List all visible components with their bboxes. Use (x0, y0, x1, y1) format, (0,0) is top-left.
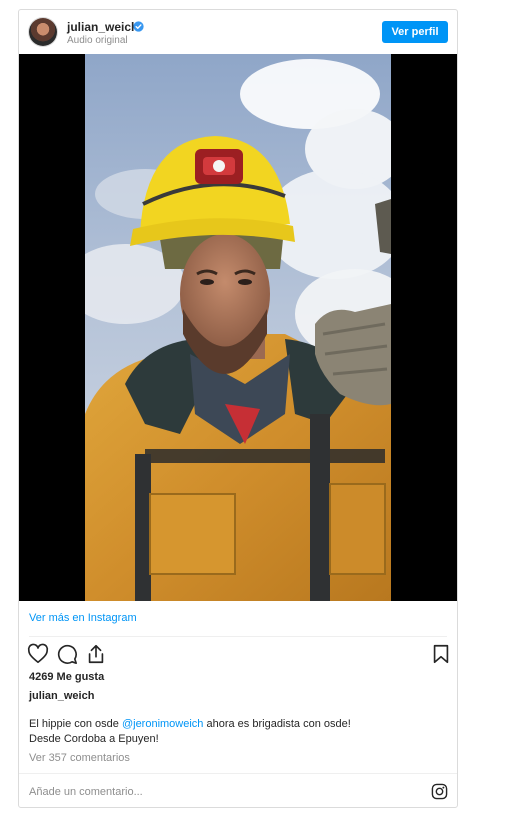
avatar[interactable] (29, 18, 57, 46)
video-player[interactable] (19, 54, 457, 601)
add-comment-input[interactable]: Añade un comentario... (29, 786, 143, 798)
heart-icon[interactable] (27, 643, 49, 665)
divider (29, 636, 447, 637)
caption-mention-link[interactable]: @jeronimoweich (122, 718, 203, 730)
likes-count[interactable]: 4269 Me gusta (29, 671, 104, 683)
post-caption: El hippie con osde @jeronimoweich ahora … (29, 717, 439, 747)
audio-label[interactable]: Audio original (67, 35, 128, 46)
video-still-image (85, 54, 391, 601)
caption-text-continued: ahora es brigadista con osde! (203, 718, 351, 730)
view-comments-link[interactable]: Ver 357 comentarios (29, 752, 130, 764)
bookmark-icon[interactable] (430, 643, 452, 665)
verified-badge-icon (133, 21, 144, 32)
see-more-on-instagram-link[interactable]: Ver más en Instagram (29, 612, 137, 624)
divider (19, 773, 457, 774)
view-profile-button[interactable]: Ver perfil (382, 21, 448, 43)
caption-text: El hippie con osde (29, 718, 122, 730)
caption-line-2: Desde Cordoba a Epuyen! (29, 733, 159, 745)
comment-icon[interactable] (56, 643, 78, 665)
post-owner-username[interactable]: julian_weich (29, 690, 94, 702)
share-icon[interactable] (85, 643, 107, 665)
instagram-embed-card: julian_weich Audio original Ver perfil V… (18, 9, 458, 808)
video-frame[interactable] (85, 54, 391, 601)
username[interactable]: julian_weich (67, 20, 138, 34)
post-header: julian_weich Audio original Ver perfil (19, 10, 457, 54)
instagram-icon[interactable] (431, 783, 448, 800)
